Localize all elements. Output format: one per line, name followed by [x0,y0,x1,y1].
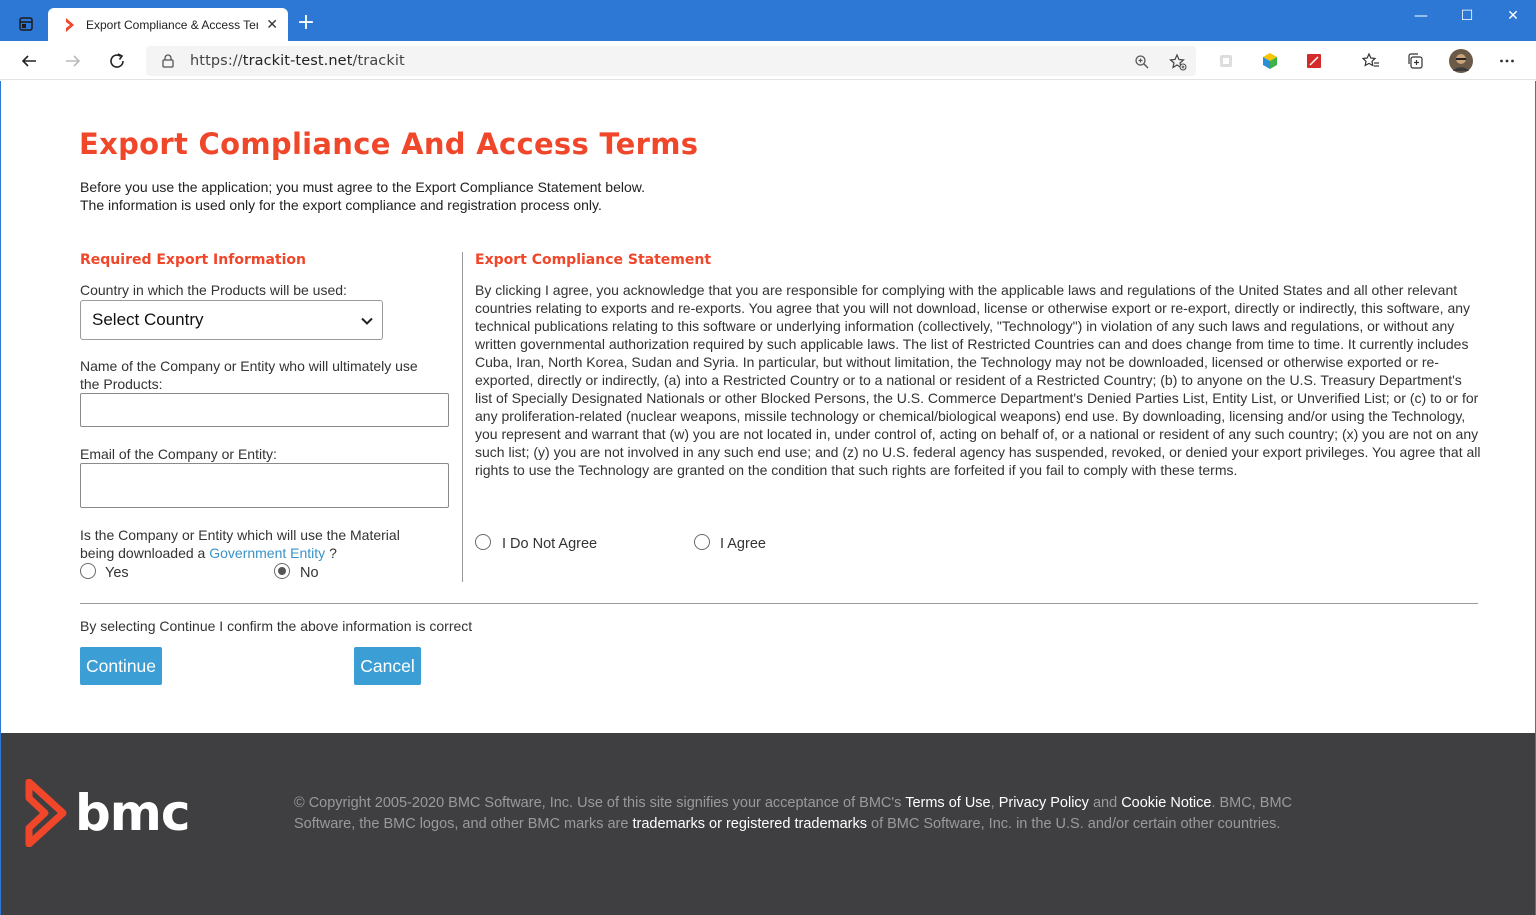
gov-yes-label: Yes [105,565,129,581]
url-path: /trackit [352,53,405,69]
section-divider [80,603,1478,604]
country-select[interactable]: Select Country [80,300,383,340]
separator-2: and [1088,795,1122,811]
company-label: Name of the Company or Entity who will u… [80,357,450,393]
extension-cube-icon[interactable] [1257,48,1283,74]
compliance-statement-text: By clicking I agree, you acknowledge tha… [475,282,1481,478]
required-info-heading: Required Export Information [80,252,306,268]
government-question-line-1: Is the Company or Entity which will use … [80,527,400,543]
company-label-line-2: the Products: [80,376,163,392]
government-question-suffix: ? [329,545,337,561]
maximize-button[interactable]: ☐ [1444,0,1490,32]
disagree-radio[interactable] [475,534,491,550]
agree-radio[interactable] [694,534,710,550]
confirm-text: By selecting Continue I confirm the abov… [80,618,473,634]
intro-line-1: Before you use the application; you must… [80,179,645,195]
browser-toolbar: https://trackit-test.net/trackit [0,41,1536,80]
page-content: Export Compliance And Access Terms Befor… [0,81,1536,733]
collections-icon[interactable] [1402,48,1428,74]
tab-actions-icon[interactable] [12,12,40,36]
cancel-button[interactable]: Cancel [354,647,421,685]
close-window-button[interactable]: ✕ [1490,0,1536,32]
email-label: Email of the Company or Entity: [80,446,277,462]
footer: bmc © Copyright 2005-2020 BMC Software, … [0,733,1536,915]
country-select-value: Select Country [92,310,204,329]
agree-label: I Agree [720,536,766,552]
government-question: Is the Company or Entity which will use … [80,526,455,562]
forward-icon[interactable] [60,48,86,74]
company-name-input[interactable] [80,393,449,427]
continue-button[interactable]: Continue [80,647,162,685]
address-bar[interactable]: https://trackit-test.net/trackit [146,46,1196,76]
company-label-line-1: Name of the Company or Entity who will u… [80,358,418,374]
bmc-logo[interactable]: bmc [23,779,191,847]
url-host: trackit-test.net [242,53,353,69]
more-options-icon[interactable] [1494,48,1520,74]
lock-icon[interactable] [160,53,176,69]
minimize-button[interactable]: — [1398,0,1444,32]
refresh-icon[interactable] [104,48,130,74]
gov-no-label: No [300,565,319,581]
url-scheme: https:// [190,53,243,69]
browser-tab[interactable]: Export Compliance & Access Terr ✕ [48,8,288,41]
page-title: Export Compliance And Access Terms [79,127,699,161]
terms-of-use-link[interactable]: Terms of Use [905,795,990,811]
column-divider [462,252,463,582]
extension-pdf-icon[interactable] [1301,48,1327,74]
tab-title: Export Compliance & Access Terr [86,17,259,32]
extension-grey-icon[interactable] [1213,48,1239,74]
profile-avatar[interactable] [1448,48,1474,74]
company-email-input[interactable] [80,463,449,508]
intro-text: Before you use the application; you must… [80,178,645,214]
country-label: Country in which the Products will be us… [80,282,347,298]
browser-titlebar: Export Compliance & Access Terr ✕ + — ☐ … [0,0,1536,41]
bmc-logo-text: bmc [75,784,191,842]
back-icon[interactable] [16,48,42,74]
copyright-text-3: of BMC Software, Inc. in the U.S. and/or… [866,816,1281,832]
trademarks-link[interactable]: trademarks or registered trademarks [632,816,867,832]
zoom-icon[interactable] [1132,52,1152,72]
privacy-policy-link[interactable]: Privacy Policy [999,795,1089,811]
chevron-down-icon [361,317,373,325]
government-question-prefix: being downloaded a [80,545,206,561]
gov-no-radio[interactable] [274,563,290,579]
favorites-icon[interactable] [1358,48,1384,74]
government-question-line-2: being downloaded a Government Entity ? [80,544,455,562]
government-entity-link[interactable]: Government Entity [209,545,325,561]
separator-1: , [990,795,999,811]
gov-yes-radio[interactable] [80,563,96,579]
footer-copyright: © Copyright 2005-2020 BMC Software, Inc.… [294,793,1354,835]
compliance-statement-heading: Export Compliance Statement [475,252,712,268]
bmc-chevron-logo-icon [25,779,67,847]
disagree-label: I Do Not Agree [502,536,598,552]
copyright-text-1: © Copyright 2005-2020 BMC Software, Inc.… [294,795,906,811]
add-favorite-icon[interactable] [1168,52,1188,72]
new-tab-button[interactable]: + [296,12,316,34]
bmc-favicon-icon [66,17,74,32]
cookie-notice-link[interactable]: Cookie Notice [1121,795,1211,811]
url-text[interactable]: https://trackit-test.net/trackit [190,53,405,69]
intro-line-2: The information is used only for the exp… [80,197,602,213]
tab-close-icon[interactable]: ✕ [266,17,278,33]
